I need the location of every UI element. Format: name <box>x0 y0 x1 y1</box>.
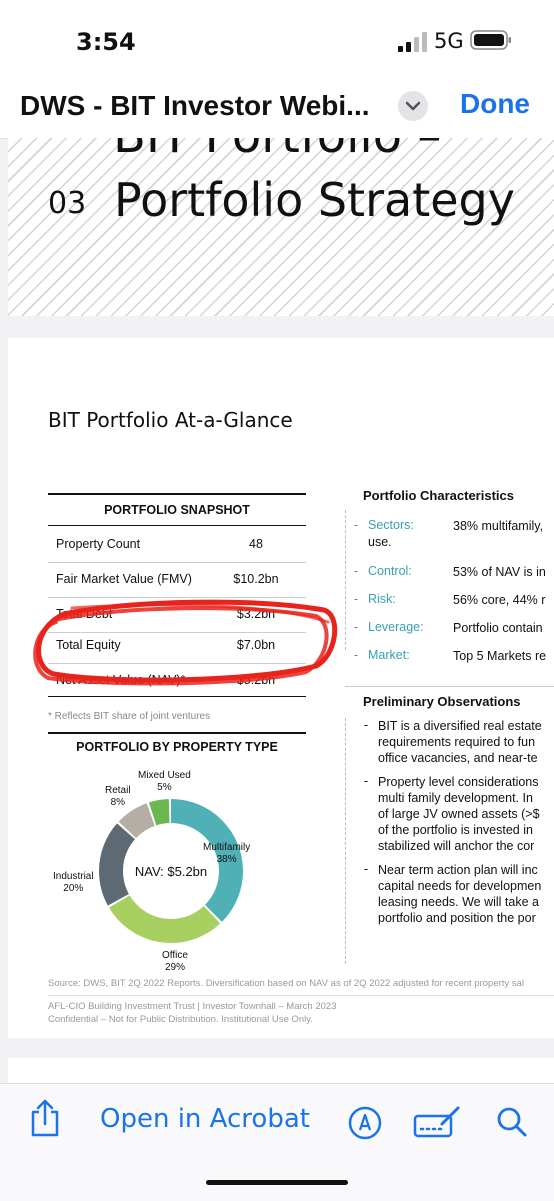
section-title: Portfolio Strategy <box>114 173 515 227</box>
characteristics-title: Portfolio Characteristics <box>363 488 514 503</box>
characteristic-key: Leverage: <box>368 620 424 634</box>
observation-line: office vacancies, and near-te <box>378 751 538 765</box>
observation-line: multi family development. In <box>378 791 533 805</box>
characteristic-value: Portfolio contain <box>453 621 543 635</box>
snapshot-row-value: 48 <box>249 537 263 551</box>
slice-label-mixed-used: Mixed Used 5% <box>138 770 191 794</box>
observation-line: BIT is a diversified real estate <box>378 719 542 733</box>
divider <box>48 493 306 495</box>
slice-pct: 5% <box>157 782 172 793</box>
document-title: DWS - BIT Investor Webi... <box>20 90 370 121</box>
property-type-title: PORTFOLIO BY PROPERTY TYPE <box>76 740 278 754</box>
chevron-down-icon <box>405 101 421 111</box>
bullet-dash: - <box>354 620 359 634</box>
slice-label-multifamily: Multifamily 38% <box>203 842 250 866</box>
divider <box>345 686 554 687</box>
characteristics-list: - Sectors: 38% multifamily, use. - Contr… <box>345 510 554 663</box>
slice-pct: 29% <box>164 962 185 973</box>
slice-name: Industrial <box>53 871 94 882</box>
snapshot-footnote: * Reflects BIT share of joint ventures <box>48 711 211 722</box>
slice-label-industrial: Industrial 20% <box>53 871 94 895</box>
observation-line: leasing needs. We will take a <box>378 895 539 909</box>
observations-title: Preliminary Observations <box>363 694 521 709</box>
observation-line: stabilized will anchor the cor <box>378 839 535 853</box>
slice-pct: 20% <box>63 883 84 894</box>
partial-slide-title: BIT Portfolio – <box>113 138 441 164</box>
bullet-dash: - <box>364 774 369 788</box>
characteristic-value: Top 5 Markets re <box>453 649 547 663</box>
slice-name: Mixed Used <box>138 770 191 781</box>
bullet-dash: - <box>364 718 369 732</box>
snapshot-row-label: Property Count <box>56 537 141 551</box>
footer-line: AFL-CIO Building Investment Trust | Inve… <box>48 1001 337 1012</box>
battery-icon <box>470 30 511 50</box>
bullet-dash: - <box>354 518 359 532</box>
bullet-dash: - <box>354 648 359 662</box>
footer-line: Confidential – Not for Public Distributi… <box>48 1014 313 1025</box>
donut-center-label: NAV: $5.2bn <box>135 864 207 879</box>
snapshot-row-label: Fair Market Value (FMV) <box>56 572 192 586</box>
observation-line: capital needs for developmen <box>378 879 542 893</box>
observation-line: of large JV owned assets (>$ <box>378 807 540 821</box>
characteristic-key: Market: <box>368 648 410 662</box>
observation-line: requirements required to fun <box>378 735 536 749</box>
divider <box>48 696 306 697</box>
bullet-dash: - <box>354 564 359 578</box>
divider <box>48 562 306 563</box>
search-icon[interactable] <box>496 1106 528 1138</box>
snapshot-title: PORTFOLIO SNAPSHOT <box>104 503 250 517</box>
slice-pct: 8% <box>110 797 126 808</box>
characteristic-value: use. <box>368 535 392 549</box>
characteristic-key: Risk: <box>368 592 396 606</box>
slice-pct: 38% <box>216 854 237 865</box>
characteristic-value: 38% multifamily, <box>453 519 544 533</box>
divider <box>48 525 306 526</box>
slide-heading: BIT Portfolio At-a-Glance <box>48 408 293 432</box>
observation-line: Near term action plan will inc <box>378 863 538 877</box>
title-menu-button[interactable] <box>398 91 428 121</box>
markup-pen-icon[interactable] <box>348 1106 382 1140</box>
nav-bar: DWS - BIT Investor Webi... Done <box>0 80 554 139</box>
observation-line: of the portfolio is invested in <box>378 823 533 837</box>
slide-section-divider: BIT Portfolio – 03 Portfolio Strategy <box>8 138 554 316</box>
slice-label-retail: Retail 8% <box>105 785 131 809</box>
observations-list: - BIT is a diversified real estate requi… <box>345 718 554 964</box>
red-marker-circle <box>33 599 338 686</box>
done-button[interactable]: Done <box>460 88 530 120</box>
status-time: 3:54 <box>76 28 136 56</box>
slice-name: Multifamily <box>203 842 251 853</box>
observation-line: portfolio and position the por <box>378 911 536 925</box>
source-note: Source: DWS, BIT 2Q 2022 Reports. Divers… <box>48 978 524 989</box>
network-label: 5G <box>434 29 464 53</box>
characteristic-key: Control: <box>368 564 412 578</box>
divider <box>48 732 306 734</box>
bullet-dash: - <box>364 862 369 876</box>
observation-line: Property level considerations <box>378 775 539 789</box>
characteristic-key: Sectors: <box>368 518 414 532</box>
slice-label-office: Office 29% <box>162 950 188 974</box>
section-number: 03 <box>48 186 87 221</box>
signature-icon[interactable] <box>412 1104 462 1140</box>
home-indicator <box>206 1180 348 1185</box>
share-icon[interactable] <box>28 1098 62 1138</box>
slice-name: Retail <box>105 785 131 796</box>
slice-name: Office <box>162 950 188 961</box>
snapshot-row-value: $10.2bn <box>233 572 279 586</box>
characteristic-value: 53% of NAV is in <box>453 565 546 579</box>
divider <box>48 995 554 996</box>
signal-icon <box>398 32 427 52</box>
characteristic-value: 56% core, 44% r <box>453 593 546 607</box>
bullet-dash: - <box>354 592 359 606</box>
status-bar: 3:54 5G <box>0 0 554 80</box>
open-in-acrobat-button[interactable]: Open in Acrobat <box>100 1104 310 1134</box>
